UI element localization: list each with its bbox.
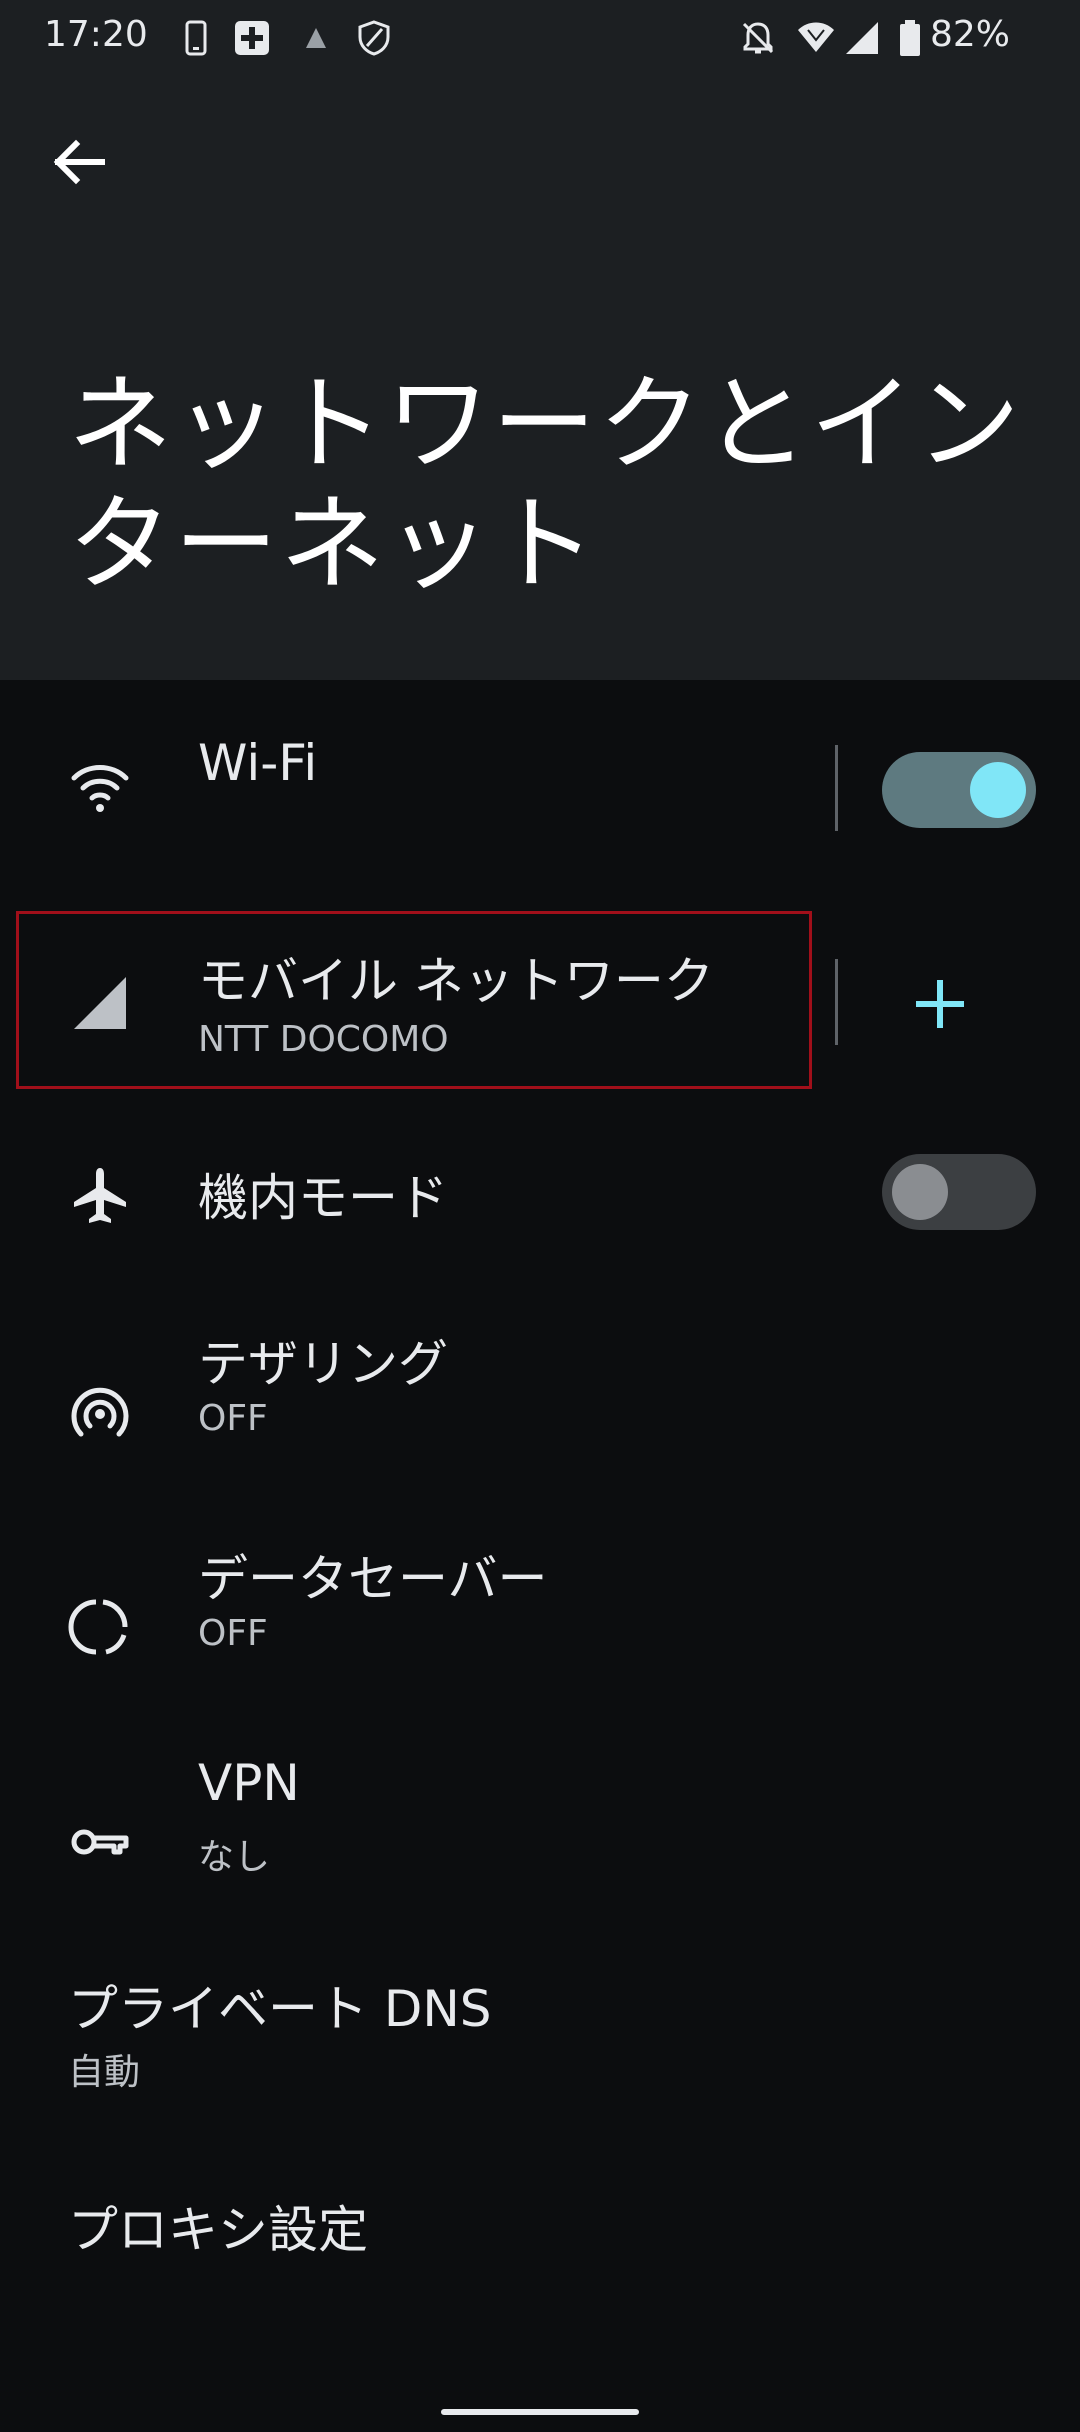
vpn-status: なし (198, 1837, 271, 1878)
key-icon (71, 1829, 129, 1855)
vpn-title: VPN (198, 1754, 300, 1812)
toggle-knob (892, 1164, 948, 1220)
data-saver-row[interactable]: データセーバー OFF (0, 1515, 1080, 1715)
app-bar: ネットワークとインターネット (0, 74, 1080, 680)
tethering-status: OFF (198, 1398, 268, 1439)
tethering-row[interactable]: テザリング OFF (0, 1300, 1080, 1500)
tethering-title: テザリング (198, 1335, 448, 1393)
vpn-row[interactable]: VPN なし (0, 1730, 1080, 1930)
shield-icon (358, 20, 390, 56)
wifi-row[interactable]: Wi-Fi (0, 680, 1080, 890)
page-title: ネットワークとインターネット (68, 363, 1023, 605)
wifi-title: Wi-Fi (198, 734, 318, 792)
wifi-icon (71, 765, 129, 812)
wifi-toggle[interactable] (882, 752, 1036, 828)
status-time: 17:20 (44, 14, 148, 55)
private-dns-status: 自動 (68, 2052, 141, 2093)
airplane-mode-row[interactable]: 機内モード (0, 1110, 1080, 1280)
airplane-mode-toggle[interactable] (882, 1154, 1036, 1230)
proxy-title: プロキシ設定 (68, 2201, 368, 2259)
battery-percent: 82% (930, 14, 1011, 55)
status-bar: 17:20 82% (0, 0, 1080, 74)
divider (835, 745, 838, 831)
data-saver-title: データセーバー (198, 1550, 548, 1608)
divider (835, 959, 838, 1045)
toggle-knob (970, 762, 1026, 818)
gesture-nav-handle[interactable] (441, 2409, 639, 2415)
hotspot-icon (71, 1387, 129, 1437)
data-saver-icon (68, 1599, 128, 1655)
proxy-row[interactable]: プロキシ設定 (0, 2160, 1080, 2330)
warning-icon (306, 28, 326, 48)
private-dns-row[interactable]: プライベート DNS 自動 (0, 1945, 1080, 2145)
bell-off-icon (742, 22, 774, 54)
medical-plus-icon (235, 21, 269, 55)
highlight-box (16, 911, 812, 1089)
wifi-status-icon (798, 22, 834, 52)
battery-icon (900, 20, 920, 56)
plus-icon[interactable] (900, 964, 980, 1044)
private-dns-title: プライベート DNS (68, 1980, 492, 2038)
data-saver-status: OFF (198, 1613, 268, 1654)
phone-icon (185, 20, 207, 56)
airplane-icon (74, 1168, 126, 1223)
back-arrow-icon[interactable] (40, 124, 116, 200)
signal-status-icon (846, 22, 878, 54)
airplane-mode-title: 機内モード (198, 1169, 448, 1227)
